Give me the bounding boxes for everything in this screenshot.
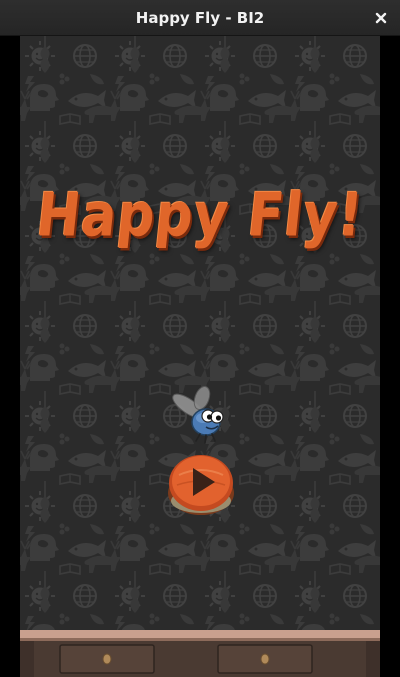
game-canvas[interactable]: Happy Fly!: [20, 36, 380, 677]
fly-icon: [172, 386, 224, 444]
play-icon: [168, 455, 234, 515]
right-letterbox: [380, 36, 400, 677]
logo-text: Happy Fly!: [33, 181, 367, 251]
close-button[interactable]: [370, 7, 392, 29]
window-title: Happy Fly - BI2: [135, 9, 265, 27]
game-logo: Happy Fly!: [20, 171, 380, 261]
left-letterbox: [0, 36, 20, 677]
doodle-wallpaper: [20, 36, 380, 630]
play-button[interactable]: [165, 451, 237, 519]
title-bar: Happy Fly - BI2: [0, 0, 400, 36]
cabinet-shelf: [20, 630, 380, 677]
close-icon: [375, 12, 387, 24]
app-window: Happy Fly - BI2 Happy Fly!: [0, 0, 400, 677]
